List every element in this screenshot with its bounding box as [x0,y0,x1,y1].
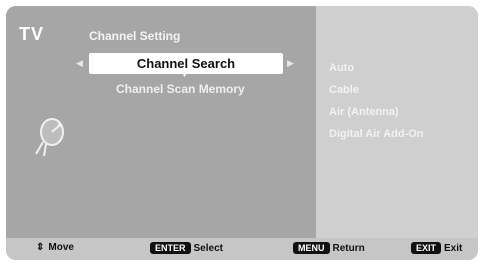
exit-label: Exit [444,243,463,254]
exit-key[interactable]: EXIT [411,242,442,254]
footer-exit[interactable]: EXIT Exit [411,242,462,254]
menu-item-label: Channel Search [136,56,236,71]
option-cable[interactable]: Cable [329,84,359,96]
menu-title: Channel Setting [89,29,181,43]
option-auto[interactable]: Auto [329,62,354,74]
tv-label: TV [19,24,45,44]
satellite-dish-icon [35,118,64,157]
right-arrow-icon[interactable]: ▶ [287,58,294,69]
footer-select[interactable]: ENTER Select [150,242,223,254]
up-down-arrow-icon: ⇕ [36,242,45,253]
move-label: Move [48,242,74,253]
menu-item-channel-scan-memory[interactable]: Channel Scan Memory [116,82,245,96]
option-digital-air-add-on[interactable]: Digital Air Add-On [329,128,424,140]
footer-bar: ⇕ Move ENTER Select MENU Return EXIT Exit [6,238,478,260]
option-air-antenna[interactable]: Air (Antenna) [329,106,399,118]
return-label: Return [332,243,365,254]
select-label: Select [193,243,223,254]
footer-return[interactable]: MENU Return [293,242,365,254]
down-arrow-icon: ▼ [181,72,188,79]
tv-osd-menu: TV Channel Setting ◀ Channel Search ▶ ▼ … [6,6,478,260]
menu-item-channel-search[interactable]: Channel Search [89,53,283,74]
left-arrow-icon[interactable]: ◀ [76,58,83,69]
enter-key[interactable]: ENTER [150,242,191,254]
menu-key[interactable]: MENU [293,242,330,254]
options-panel [316,6,478,238]
footer-move: ⇕ Move [36,242,74,253]
